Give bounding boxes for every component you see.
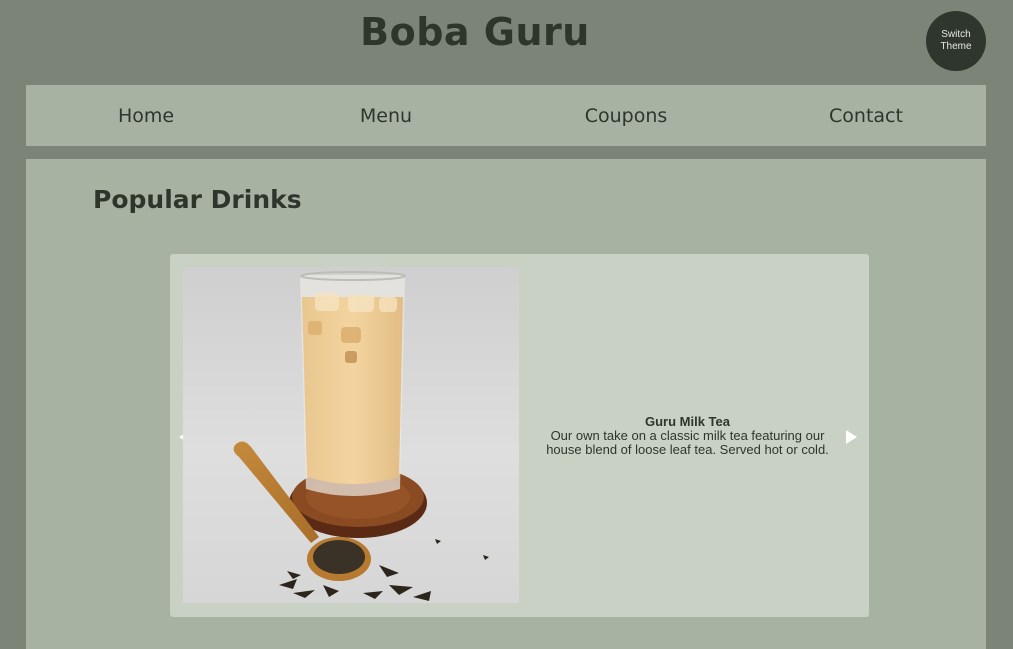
- switch-theme-button[interactable]: Switch Theme: [926, 11, 986, 71]
- site-title: Boba Guru: [360, 10, 590, 54]
- nav-link-coupons[interactable]: Coupons: [506, 105, 746, 127]
- milk-tea-image: [183, 267, 519, 603]
- nav-bar: Home Menu Coupons Contact: [26, 85, 986, 146]
- nav-link-menu[interactable]: Menu: [266, 105, 506, 127]
- main-content: Popular Drinks Guru Milk Tea Our own tak…: [26, 159, 986, 649]
- slide-caption: Guru Milk Tea Our own take on a classic …: [535, 415, 840, 457]
- slide-description: Our own take on a classic milk tea featu…: [546, 428, 829, 457]
- nav-link-contact[interactable]: Contact: [746, 105, 986, 127]
- milk-tea-photo: [183, 267, 519, 603]
- section-heading: Popular Drinks: [93, 185, 302, 214]
- carousel-next-arrow-icon[interactable]: [846, 430, 857, 444]
- drinks-carousel: Guru Milk Tea Our own take on a classic …: [170, 254, 869, 617]
- slide-title: Guru Milk Tea: [645, 414, 730, 429]
- nav-link-home[interactable]: Home: [26, 105, 266, 127]
